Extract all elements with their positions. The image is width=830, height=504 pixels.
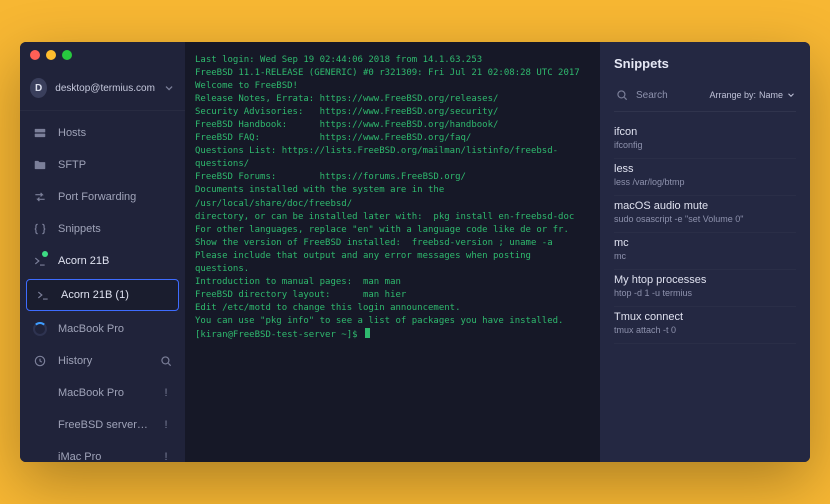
snippet-title: ifcon	[614, 126, 796, 138]
spinner-icon	[32, 321, 48, 337]
hosts-icon	[32, 125, 48, 141]
close-icon[interactable]	[30, 50, 40, 60]
avatar: D	[30, 78, 47, 98]
snippet-command: mc	[614, 251, 796, 261]
snippet-command: htop -d 1 -u termius	[614, 288, 796, 298]
sidebar-session-acorn-21b[interactable]: Acorn 21B	[20, 245, 185, 277]
alert-icon: !	[159, 387, 173, 399]
snippet-item[interactable]: mc mc	[614, 233, 796, 270]
terminal-line: Show the version of FreeBSD installed: f…	[195, 237, 590, 250]
account-email: desktop@termius.com	[55, 83, 155, 94]
snippet-item[interactable]: My htop processes htop -d 1 -u termius	[614, 270, 796, 307]
app-window: D desktop@termius.com Hosts SFTP	[20, 42, 810, 462]
terminal-line: Welcome to FreeBSD!	[195, 80, 590, 93]
terminal-line: For other languages, replace "en" with a…	[195, 224, 590, 237]
snippet-command: less /var/log/btmp	[614, 177, 796, 187]
snippet-command: tmux attach -t 0	[614, 325, 796, 335]
terminal-line: FreeBSD Handbook: https://www.FreeBSD.or…	[195, 119, 590, 132]
arrange-value: Name	[759, 90, 783, 100]
terminal-line: [kiran@FreeBSD-test-server ~]$	[195, 328, 590, 342]
snippets-list: ifcon ifconfig less less /var/log/btmp macOS…	[614, 122, 796, 344]
sidebar-history-freebsd-server[interactable]: FreeBSD server (2) !	[20, 409, 185, 441]
terminal-line: Introduction to manual pages: man man	[195, 276, 590, 289]
terminal-line: Documents installed with the system are …	[195, 184, 590, 210]
sidebar-item-hosts[interactable]: Hosts	[20, 117, 185, 149]
terminal-line: You can use "pkg info" to see a list of …	[195, 315, 590, 328]
sidebar-item-label: MacBook Pro	[58, 323, 173, 335]
blank-icon	[32, 385, 48, 401]
snippet-command: sudo osascript -e "set Volume 0"	[614, 214, 796, 224]
sidebar-session-macbook-pro[interactable]: MacBook Pro	[20, 313, 185, 345]
sidebar-item-label: Snippets	[58, 223, 173, 235]
snippet-title: mc	[614, 237, 796, 249]
snippets-title: Snippets	[614, 56, 796, 71]
sidebar: D desktop@termius.com Hosts SFTP	[20, 42, 185, 462]
terminal-line: Release Notes, Errata: https://www.FreeB…	[195, 93, 590, 106]
terminal-line: Please include that output and any error…	[195, 250, 590, 276]
blank-icon	[32, 417, 48, 433]
sidebar-item-label: iMac Pro	[58, 451, 149, 462]
sidebar-item-label: MacBook Pro	[58, 387, 149, 399]
snippets-toolbar: Search Arrange by: Name	[614, 87, 796, 112]
blank-icon	[32, 449, 48, 462]
terminal-line: FreeBSD FAQ: https://www.FreeBSD.org/faq…	[195, 132, 590, 145]
sidebar-item-sftp[interactable]: SFTP	[20, 149, 185, 181]
nav-section: Hosts SFTP Port Forwarding Snippets	[20, 111, 185, 462]
sidebar-history-macbook-pro[interactable]: MacBook Pro !	[20, 377, 185, 409]
sidebar-item-label: History	[58, 355, 149, 367]
terminal-icon	[35, 287, 51, 303]
snippet-title: less	[614, 163, 796, 175]
arrange-by-dropdown[interactable]: Arrange by: Name	[709, 90, 796, 100]
terminal-line: Questions List: https://lists.FreeBSD.or…	[195, 145, 590, 171]
terminal-line: FreeBSD 11.1-RELEASE (GENERIC) #0 r32130…	[195, 67, 590, 80]
snippet-title: My htop processes	[614, 274, 796, 286]
sidebar-item-label: Acorn 21B	[58, 255, 173, 267]
sidebar-item-history[interactable]: History	[20, 345, 185, 377]
history-icon	[32, 353, 48, 369]
sidebar-item-label: SFTP	[58, 159, 173, 171]
sidebar-history-imac-pro[interactable]: iMac Pro !	[20, 441, 185, 462]
terminal-pane[interactable]: Last login: Wed Sep 19 02:44:06 2018 fro…	[185, 42, 600, 462]
alert-icon: !	[159, 419, 173, 431]
sidebar-session-acorn-21b-1[interactable]: Acorn 21B (1)	[26, 279, 179, 311]
terminal-line: Security Advisories: https://www.FreeBSD…	[195, 106, 590, 119]
search-icon[interactable]	[614, 87, 630, 103]
fullscreen-icon[interactable]	[62, 50, 72, 60]
traffic-lights	[30, 50, 72, 60]
folder-icon	[32, 157, 48, 173]
snippet-item[interactable]: macOS audio mute sudo osascript -e "set V…	[614, 196, 796, 233]
snippet-item[interactable]: Tmux connect tmux attach -t 0	[614, 307, 796, 344]
sidebar-item-port-forwarding[interactable]: Port Forwarding	[20, 181, 185, 213]
sidebar-item-label: Acorn 21B (1)	[61, 289, 170, 301]
terminal-line: directory, or can be installed later wit…	[195, 211, 590, 224]
terminal-line: FreeBSD directory layout: man hier	[195, 289, 590, 302]
snippet-item[interactable]: less less /var/log/btmp	[614, 159, 796, 196]
snippet-command: ifconfig	[614, 140, 796, 150]
chevron-down-icon	[786, 90, 796, 100]
snippet-title: Tmux connect	[614, 311, 796, 323]
minimize-icon[interactable]	[46, 50, 56, 60]
alert-icon: !	[159, 451, 173, 462]
snippets-panel: Snippets Search Arrange by: Name ifconif…	[600, 42, 810, 462]
account-row[interactable]: D desktop@termius.com	[20, 72, 185, 111]
terminal-line: Last login: Wed Sep 19 02:44:06 2018 fro…	[195, 54, 590, 67]
chevron-down-icon[interactable]	[163, 82, 175, 94]
search-icon[interactable]	[159, 354, 173, 368]
search-label[interactable]: Search	[636, 90, 703, 101]
sidebar-item-label: FreeBSD server (2)	[58, 419, 149, 431]
braces-icon	[32, 221, 48, 237]
sidebar-item-label: Hosts	[58, 127, 173, 139]
status-dot-icon	[42, 251, 48, 257]
port-forwarding-icon	[32, 189, 48, 205]
snippet-item[interactable]: ifcon ifconfig	[614, 122, 796, 159]
snippet-title: macOS audio mute	[614, 200, 796, 212]
terminal-line: Edit /etc/motd to change this login anno…	[195, 302, 590, 315]
sidebar-item-label: Port Forwarding	[58, 191, 173, 203]
arrange-label: Arrange by:	[709, 90, 756, 100]
sidebar-item-snippets[interactable]: Snippets	[20, 213, 185, 245]
terminal-line: FreeBSD Forums: https://forums.FreeBSD.o…	[195, 171, 590, 184]
